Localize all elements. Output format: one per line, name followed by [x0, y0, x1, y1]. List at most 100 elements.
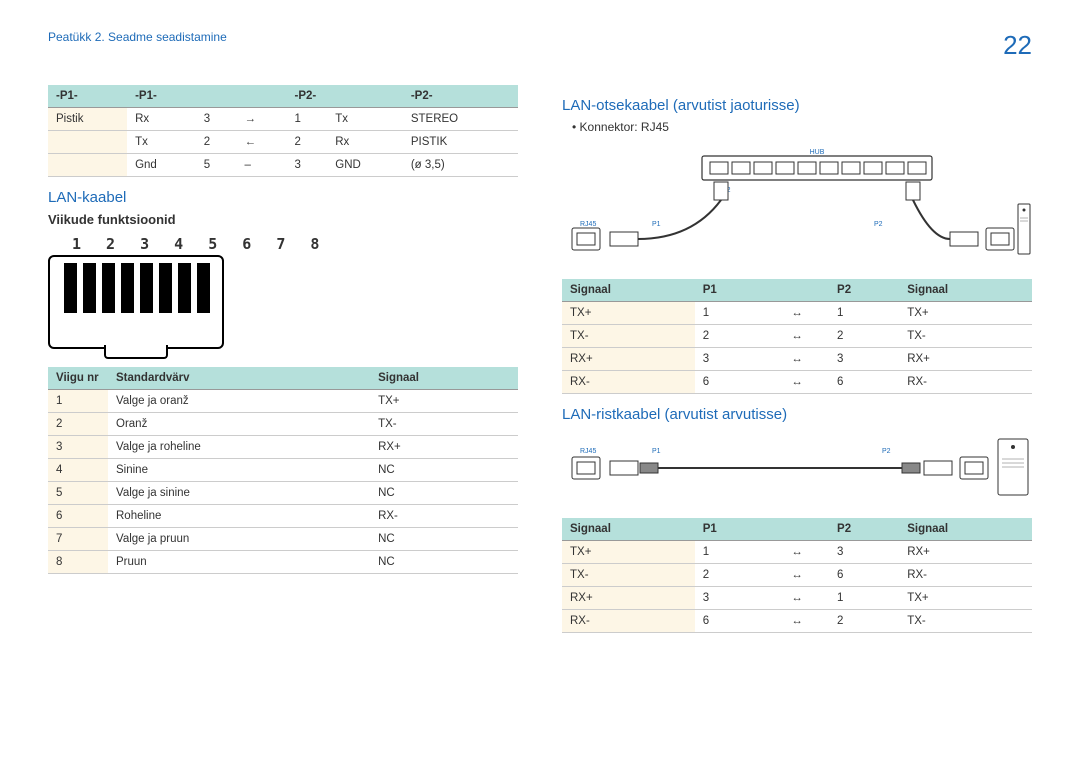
table-cell: Pistik: [48, 108, 127, 131]
table-cell: ←: [236, 131, 286, 154]
p1-label: P1: [652, 221, 661, 228]
table-cell: 4: [48, 459, 108, 482]
hub-label: HUB: [810, 149, 825, 156]
table-cell: 1: [695, 302, 765, 325]
table-cell: ↔: [765, 541, 829, 564]
table-cell: 3: [196, 108, 237, 131]
pin-function-table: Viigu nr Standardvärv Signaal 1Valge ja …: [48, 367, 518, 574]
direct-cable-table: Signaal P1 P2 Signaal TX+1↔1TX+TX-2↔2TX-…: [562, 279, 1032, 394]
table-cell: TX+: [562, 541, 695, 564]
table-cell: Tx: [327, 108, 403, 131]
cross-cable-table: Signaal P1 P2 Signaal TX+1↔3RX+TX-2↔6RX-…: [562, 518, 1032, 633]
table-row: 7Valge ja pruunNC: [48, 528, 518, 551]
table-cell: 2: [196, 131, 237, 154]
table-cell: →: [236, 108, 286, 131]
p1-p2-table: -P1- -P1- -P2- -P2- PistikRx3→1TxSTEREOT…: [48, 85, 518, 177]
table-cell: 2: [829, 610, 899, 633]
table-cell: RX-: [370, 505, 518, 528]
svg-text:P2: P2: [882, 448, 891, 455]
table-cell: TX+: [370, 390, 518, 413]
th: -P1-: [127, 85, 236, 108]
th: [765, 279, 829, 302]
table-cell: Tx: [127, 131, 196, 154]
table-row: 5Valge ja sinineNC: [48, 482, 518, 505]
table-cell: 2: [695, 564, 765, 587]
table-cell: ↔: [765, 348, 829, 371]
table-cell: RX-: [562, 610, 695, 633]
page-number: 22: [1003, 30, 1032, 61]
table-cell: TX-: [562, 325, 695, 348]
table-cell: 5: [196, 154, 237, 177]
table-cell: Valge ja pruun: [108, 528, 370, 551]
rj45-connector-icon: [48, 255, 224, 349]
th: P1: [695, 518, 765, 541]
table-cell: RX+: [899, 541, 1032, 564]
th: -P2-: [287, 85, 403, 108]
table-cell: 1: [829, 587, 899, 610]
table-row: RX+3↔1TX+: [562, 587, 1032, 610]
th: [236, 85, 286, 108]
th: Standardvärv: [108, 367, 370, 390]
table-cell: 2: [829, 325, 899, 348]
table-cell: 6: [829, 564, 899, 587]
th: Signaal: [899, 279, 1032, 302]
table-cell: ↔: [765, 371, 829, 394]
table-cell: 1: [829, 302, 899, 325]
table-row: 1Valge ja oranžTX+: [48, 390, 518, 413]
table-row: RX+3↔3RX+: [562, 348, 1032, 371]
table-cell: ↔: [765, 587, 829, 610]
chapter-title: Peatükk 2. Seadme seadistamine: [48, 30, 227, 44]
table-row: 8PruunNC: [48, 551, 518, 574]
table-cell: RX-: [899, 371, 1032, 394]
table-cell: RX+: [899, 348, 1032, 371]
table-cell: Gnd: [127, 154, 196, 177]
table-cell: ↔: [765, 610, 829, 633]
table-cell: 7: [48, 528, 108, 551]
table-cell: 3: [829, 348, 899, 371]
page-header: Peatükk 2. Seadme seadistamine 22: [48, 30, 1032, 61]
pc-to-pc-diagram: RJ45 P1 P2: [562, 435, 1032, 505]
left-column: -P1- -P1- -P2- -P2- PistikRx3→1TxSTEREOT…: [48, 85, 518, 643]
table-row: TX+1↔3RX+: [562, 541, 1032, 564]
svg-text:RJ45: RJ45: [580, 448, 596, 455]
table-cell: NC: [370, 482, 518, 505]
table-cell: RX+: [562, 348, 695, 371]
p2-label: P2: [874, 221, 883, 228]
table-cell: TX-: [562, 564, 695, 587]
table-cell: NC: [370, 528, 518, 551]
table-row: PistikRx3→1TxSTEREO: [48, 108, 518, 131]
heading-lan-kaabel: LAN-kaabel: [48, 189, 518, 206]
table-row: TX+1↔1TX+: [562, 302, 1032, 325]
table-cell: 6: [695, 371, 765, 394]
table-cell: 6: [48, 505, 108, 528]
table-cell: NC: [370, 551, 518, 574]
table-row: Gnd5–3GND(ø 3,5): [48, 154, 518, 177]
th: Signaal: [370, 367, 518, 390]
table-cell: ↔: [765, 564, 829, 587]
table-cell: Valge ja sinine: [108, 482, 370, 505]
table-cell: TX+: [562, 302, 695, 325]
rj45-diagram: 1 2 3 4 5 6 7 8: [48, 235, 518, 349]
table-cell: 3: [829, 541, 899, 564]
table-cell: 8: [48, 551, 108, 574]
table-cell: [48, 131, 127, 154]
table-cell: Pruun: [108, 551, 370, 574]
table-row: 6RohelineRX-: [48, 505, 518, 528]
table-cell: 3: [695, 348, 765, 371]
table-cell: 6: [695, 610, 765, 633]
th: [765, 518, 829, 541]
th: Signaal: [899, 518, 1032, 541]
th: -P1-: [48, 85, 127, 108]
table-cell: TX+: [899, 302, 1032, 325]
table-row: RX-6↔2TX-: [562, 610, 1032, 633]
table-cell: 5: [48, 482, 108, 505]
th: P2: [829, 279, 899, 302]
table-cell: Oranž: [108, 413, 370, 436]
svg-text:P1: P1: [652, 448, 661, 455]
pin-numbers: 1 2 3 4 5 6 7 8: [72, 235, 518, 253]
table-cell: PISTIK: [403, 131, 518, 154]
table-cell: Sinine: [108, 459, 370, 482]
table-cell: TX-: [899, 610, 1032, 633]
table-cell: Valge ja oranž: [108, 390, 370, 413]
table-cell: 2: [287, 131, 328, 154]
